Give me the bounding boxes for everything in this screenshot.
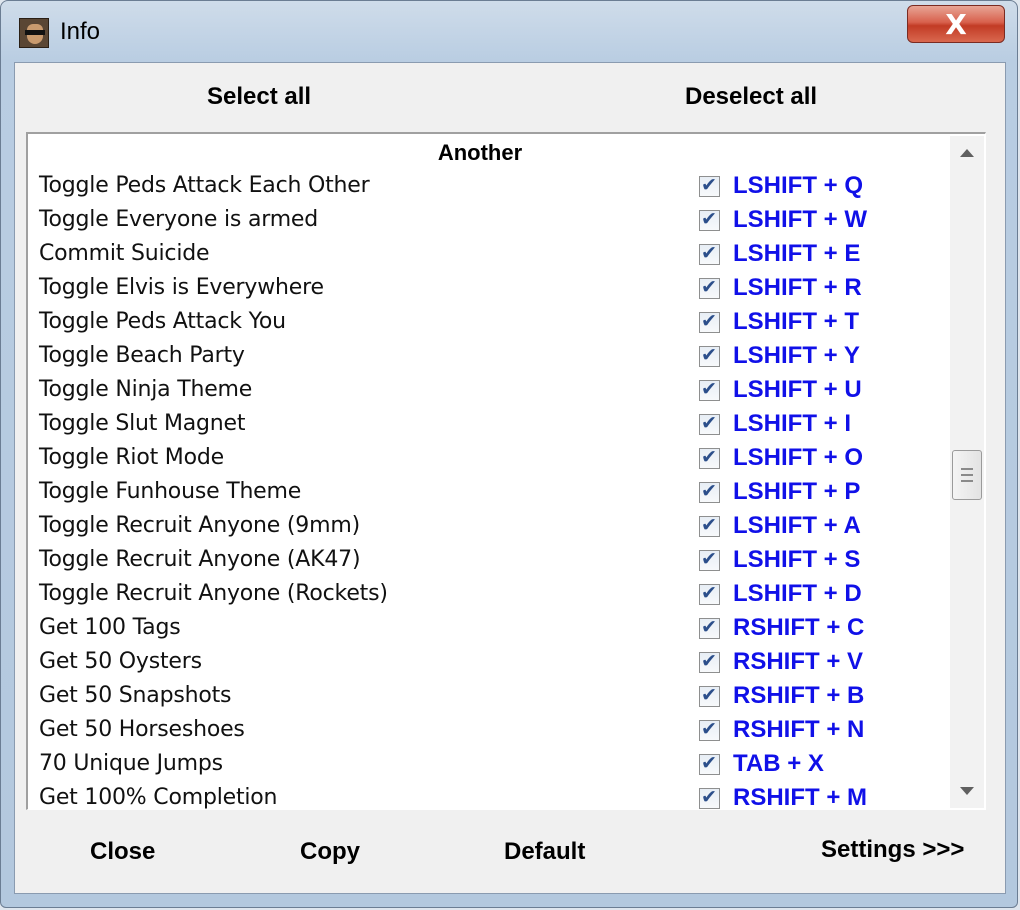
cheat-checkbox[interactable] [699, 310, 720, 333]
cheat-name: Toggle Elvis is Everywhere [39, 275, 324, 300]
cheat-checkbox[interactable] [699, 786, 720, 809]
cheat-checkbox[interactable] [699, 480, 720, 503]
cheat-name: Get 100 Tags [39, 615, 181, 640]
cheat-hotkey: RSHIFT + B [733, 682, 865, 709]
cheat-hotkey: LSHIFT + P [733, 478, 861, 505]
cheat-hotkey: LSHIFT + R [733, 274, 862, 301]
cheat-hotkey: LSHIFT + D [733, 580, 862, 607]
cheat-name: Toggle Recruit Anyone (AK47) [39, 547, 361, 572]
list-item[interactable]: 70 Unique Jumps TAB + X [0, 750, 1000, 785]
select-all-button[interactable]: Select all [207, 83, 311, 111]
cheat-name: Get 50 Oysters [39, 649, 202, 674]
list-item[interactable]: Toggle Elvis is Everywhere LSHIFT + R [0, 274, 1000, 309]
cheat-name: Toggle Peds Attack You [39, 309, 286, 334]
list-item[interactable]: Toggle Peds Attack Each Other LSHIFT + Q [0, 172, 1000, 207]
cheat-checkbox[interactable] [699, 242, 720, 265]
cheat-hotkey: RSHIFT + M [733, 784, 868, 811]
default-button[interactable]: Default [504, 838, 585, 866]
cheat-hotkey: LSHIFT + Y [733, 342, 860, 369]
cheat-name: 70 Unique Jumps [39, 751, 223, 776]
cheat-name: Get 100% Completion [39, 785, 278, 810]
cheat-checkbox[interactable] [699, 344, 720, 367]
window-close-button[interactable]: X [907, 5, 1005, 43]
cheat-checkbox[interactable] [699, 548, 720, 571]
cheat-hotkey: LSHIFT + I [733, 410, 852, 437]
cheat-hotkey: LSHIFT + O [733, 444, 864, 471]
cheat-hotkey: LSHIFT + Q [733, 172, 864, 199]
list-item[interactable]: Get 50 Snapshots RSHIFT + B [0, 682, 1000, 717]
cheat-name: Toggle Beach Party [39, 343, 245, 368]
scroll-up-arrow-icon[interactable] [960, 149, 974, 157]
cheat-checkbox[interactable] [699, 514, 720, 537]
list-scrollbar[interactable] [950, 136, 984, 808]
cheat-checkbox[interactable] [699, 446, 720, 469]
cheat-hotkey: LSHIFT + T [733, 308, 859, 335]
cheat-checkbox[interactable] [699, 718, 720, 741]
cheat-hotkey: RSHIFT + C [733, 614, 865, 641]
cheat-hotkey: LSHIFT + S [733, 546, 861, 573]
cheat-hotkey: RSHIFT + N [733, 716, 865, 743]
cheat-checkbox[interactable] [699, 174, 720, 197]
settings-button[interactable]: Settings >>> [821, 836, 964, 864]
scroll-down-arrow-icon[interactable] [960, 787, 974, 795]
cheat-hotkey: TAB + X [733, 750, 824, 777]
cheat-name: Toggle Riot Mode [39, 445, 224, 470]
list-item[interactable]: Toggle Recruit Anyone (AK47) LSHIFT + S [0, 546, 1000, 581]
list-item[interactable]: Toggle Everyone is armed LSHIFT + W [0, 206, 1000, 241]
window-title: Info [60, 18, 101, 45]
list-item[interactable]: Toggle Ninja Theme LSHIFT + U [0, 376, 1000, 411]
cheat-hotkey: RSHIFT + V [733, 648, 864, 675]
deselect-all-button[interactable]: Deselect all [685, 83, 817, 111]
cheat-checkbox[interactable] [699, 616, 720, 639]
cheat-checkbox[interactable] [699, 582, 720, 605]
list-item[interactable]: Toggle Riot Mode LSHIFT + O [0, 444, 1000, 479]
cheat-name: Toggle Recruit Anyone (Rockets) [39, 581, 388, 606]
cheat-name: Toggle Funhouse Theme [39, 479, 302, 504]
list-item[interactable]: Get 100% Completion RSHIFT + M [0, 784, 1000, 819]
cheat-name: Toggle Ninja Theme [39, 377, 253, 402]
close-icon: X [945, 8, 967, 41]
cheat-hotkey: LSHIFT + A [733, 512, 861, 539]
cheat-checkbox[interactable] [699, 650, 720, 673]
list-item[interactable]: Commit Suicide LSHIFT + E [0, 240, 1000, 275]
cheat-name: Toggle Recruit Anyone (9mm) [39, 513, 360, 538]
cheat-checkbox[interactable] [699, 378, 720, 401]
list-item[interactable]: Toggle Recruit Anyone (9mm) LSHIFT + A [0, 512, 1000, 547]
cheat-name: Commit Suicide [39, 241, 210, 266]
cheat-checkbox[interactable] [699, 752, 720, 775]
cheat-name: Toggle Everyone is armed [39, 207, 319, 232]
app-icon [19, 18, 49, 48]
list-item[interactable]: Toggle Funhouse Theme LSHIFT + P [0, 478, 1000, 513]
cheat-hotkey: LSHIFT + W [733, 206, 867, 233]
list-item[interactable]: Get 100 Tags RSHIFT + C [0, 614, 1000, 649]
list-item[interactable]: Get 50 Horseshoes RSHIFT + N [0, 716, 1000, 751]
list-item[interactable]: Toggle Peds Attack You LSHIFT + T [0, 308, 1000, 343]
cheat-checkbox[interactable] [699, 276, 720, 299]
cheat-checkbox[interactable] [699, 412, 720, 435]
cheat-hotkey: LSHIFT + E [733, 240, 861, 267]
list-item[interactable]: Toggle Beach Party LSHIFT + Y [0, 342, 1000, 377]
close-button[interactable]: Close [90, 838, 155, 866]
list-item[interactable]: Toggle Slut Magnet LSHIFT + I [0, 410, 1000, 445]
cheat-name: Toggle Slut Magnet [39, 411, 246, 436]
list-item[interactable]: Toggle Recruit Anyone (Rockets) LSHIFT + … [0, 580, 1000, 615]
list-item[interactable]: Get 50 Oysters RSHIFT + V [0, 648, 1000, 683]
title-bar[interactable]: Info X [1, 1, 1019, 63]
section-title: Another [437, 140, 523, 165]
cheat-name: Get 50 Snapshots [39, 683, 232, 708]
cheat-name: Get 50 Horseshoes [39, 717, 245, 742]
cheat-hotkey: LSHIFT + U [733, 376, 862, 403]
scroll-thumb[interactable] [952, 450, 982, 500]
cheat-checkbox[interactable] [699, 208, 720, 231]
cheat-name: Toggle Peds Attack Each Other [39, 173, 370, 198]
copy-button[interactable]: Copy [300, 838, 360, 866]
cheat-checkbox[interactable] [699, 684, 720, 707]
